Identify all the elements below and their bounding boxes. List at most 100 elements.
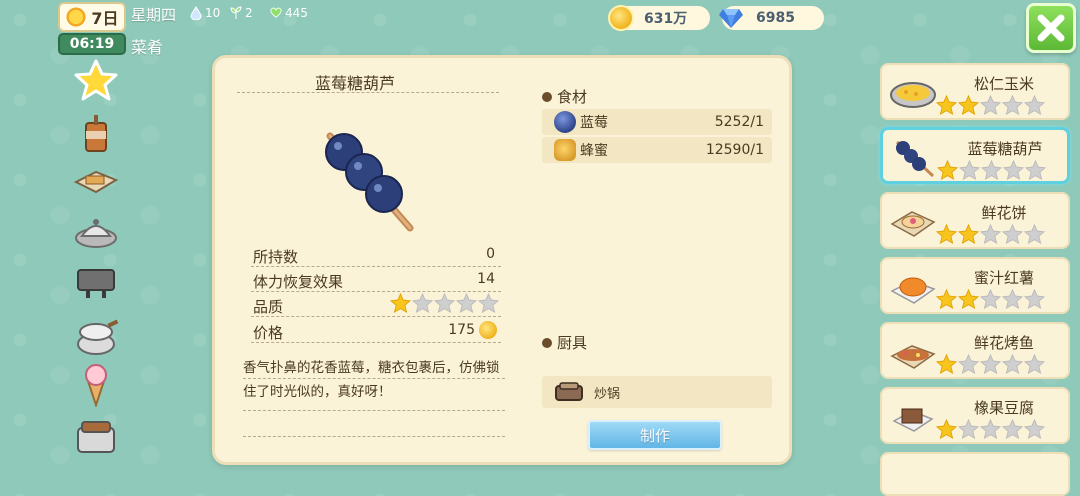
- star-empty-icon: [1002, 419, 1023, 439]
- star-empty-icon: [980, 419, 1001, 439]
- item-description: 香气扑鼻的花香蓝莓，糖衣包裹后，仿佛锁住了时光似的，真好呀！: [243, 360, 500, 400]
- tool-name: 炒锅: [594, 386, 621, 402]
- recipe-name: 鲜花烤鱼: [973, 334, 1034, 352]
- info-label-price: 价格: [253, 324, 284, 342]
- recipe-card[interactable]: 鲜花饼: [880, 192, 1070, 249]
- star-empty-icon: [1002, 95, 1023, 115]
- recipe-detail-panel: 蓝莓糖葫芦 所持数 0 体力恢复效果 14 品质 价格 175 香气扑鼻的花香蓝…: [212, 55, 792, 465]
- bread-tab-icon[interactable]: [72, 160, 120, 204]
- recipe-name: 蓝莓糖葫芦: [967, 140, 1043, 158]
- ingredients-header-label: 食材: [557, 88, 588, 106]
- recipe-card-partial[interactable]: [880, 452, 1070, 496]
- star-empty-icon: [980, 354, 1001, 374]
- recipe-stars: [936, 419, 1045, 439]
- ingredient-row[interactable]: 蓝莓 5252/1: [542, 109, 772, 135]
- info-label-owned: 所持数: [253, 248, 299, 266]
- info-value-stamina: 14: [477, 271, 495, 287]
- info-value-owned: 0: [486, 246, 495, 262]
- stat-sprout: 2: [230, 6, 253, 20]
- recipe-name: 橡果豆腐: [973, 399, 1034, 417]
- icecream-tab-icon[interactable]: [72, 362, 120, 407]
- recipe-stars: [937, 160, 1046, 180]
- divider: [243, 410, 505, 411]
- star-empty-icon: [1024, 224, 1045, 244]
- star-filled-icon: [958, 95, 979, 115]
- grill-tab-icon[interactable]: [72, 260, 120, 304]
- stat-water-value: 10: [205, 6, 221, 20]
- star-empty-icon: [1024, 95, 1045, 115]
- stat-sprout-value: 2: [245, 6, 253, 20]
- recipe-dish-image: [890, 345, 936, 369]
- recipe-card[interactable]: 蜜汁红薯: [880, 257, 1070, 314]
- gem-currency[interactable]: 6985: [719, 6, 824, 30]
- honey-icon: [554, 139, 576, 161]
- divider: [251, 291, 501, 292]
- steamer-tab-icon[interactable]: [72, 314, 120, 358]
- pot-tab-icon[interactable]: [72, 210, 120, 254]
- star-empty-icon: [1003, 160, 1024, 180]
- recipe-dish-image: [890, 82, 936, 108]
- tool-row[interactable]: 炒锅: [542, 376, 772, 408]
- gem-amount: 6985: [756, 10, 795, 26]
- info-label-quality: 品质: [253, 298, 284, 316]
- close-icon: [1037, 14, 1065, 42]
- recipe-stars: [936, 224, 1045, 244]
- make-button[interactable]: 制作: [588, 420, 722, 450]
- recipe-stars: [936, 95, 1045, 115]
- drink-tab-icon[interactable]: [72, 112, 120, 156]
- star-filled-icon: [936, 224, 957, 244]
- water-drop-icon: [190, 6, 202, 20]
- star-empty-icon: [959, 160, 980, 180]
- recipe-dish-image: [895, 140, 935, 178]
- recipe-dish-image: [892, 408, 934, 432]
- star-empty-icon: [981, 160, 1002, 180]
- sprout-icon: [230, 6, 242, 19]
- star-filled-icon: [958, 289, 979, 309]
- divider: [251, 342, 501, 343]
- quality-stars: [390, 293, 499, 313]
- ingredient-name: 蜂蜜: [580, 143, 608, 159]
- divider: [251, 266, 501, 267]
- star-empty-icon: [958, 354, 979, 374]
- recipe-card[interactable]: 蓝莓糖葫芦: [880, 127, 1070, 184]
- recipe-card[interactable]: 鲜花烤鱼: [880, 322, 1070, 379]
- star-empty-icon: [980, 95, 1001, 115]
- recipe-card[interactable]: 橡果豆腐: [880, 387, 1070, 444]
- divider: [251, 316, 501, 317]
- divider: [237, 92, 499, 93]
- star-filled-icon: [958, 224, 979, 244]
- star-filled-icon: [936, 289, 957, 309]
- recipe-card[interactable]: 松仁玉米: [880, 63, 1070, 120]
- ingredient-row[interactable]: 蜂蜜 12590/1: [542, 137, 772, 163]
- gold-currency[interactable]: 631万: [608, 5, 710, 31]
- info-label-stamina: 体力恢复效果: [253, 273, 344, 291]
- star-tab-icon[interactable]: [72, 58, 120, 102]
- recipe-stars: [936, 354, 1045, 374]
- star-empty-icon: [958, 419, 979, 439]
- recipe-name: 松仁玉米: [973, 75, 1034, 93]
- star-empty-icon: [1025, 160, 1046, 180]
- stat-water: 10: [190, 6, 220, 20]
- tools-header-label: 厨具: [557, 334, 588, 352]
- star-empty-icon: [1002, 354, 1023, 374]
- star-empty-icon: [1024, 354, 1045, 374]
- clock-time: 06:19: [58, 33, 126, 55]
- gold-coin-icon: [608, 5, 634, 31]
- day-label: 7日: [91, 9, 119, 28]
- oven-tab-icon[interactable]: [72, 414, 120, 458]
- info-value-price: 175: [448, 322, 475, 338]
- stat-heart: 445: [270, 6, 308, 20]
- ingredient-name: 蓝莓: [580, 115, 608, 131]
- recipe-dish-image: [890, 211, 936, 237]
- gold-coin-icon: [479, 321, 497, 339]
- close-button[interactable]: [1026, 3, 1076, 53]
- heart-icon: [270, 7, 282, 18]
- star-filled-icon: [390, 293, 411, 313]
- stat-heart-value: 445: [285, 6, 308, 20]
- star-empty-icon: [1024, 289, 1045, 309]
- recipe-name: 蜜汁红薯: [973, 269, 1034, 287]
- bullet-icon: [542, 337, 552, 348]
- star-filled-icon: [936, 95, 957, 115]
- weekday-label: 星期四: [131, 6, 177, 24]
- sun-icon: [65, 6, 88, 28]
